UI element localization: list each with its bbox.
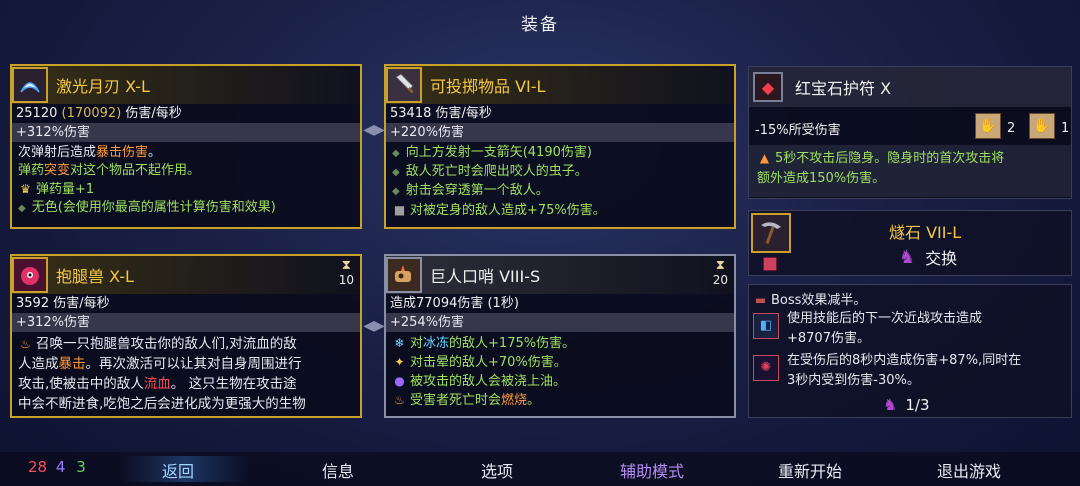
stat-survival: 3 bbox=[76, 458, 86, 476]
cooldown-timer: ⧗ 20 bbox=[712, 258, 728, 287]
mutations-panel[interactable]: ▬ Boss效果减半。 ◧ 使用技能后的下一次近战攻击造成 +8707伤害。 ✺ … bbox=[748, 284, 1072, 418]
mutation-item: ▬ Boss效果减半。 bbox=[754, 293, 867, 308]
damage-bonus: +254%伤害 bbox=[386, 313, 734, 332]
potion-icon: ◧ bbox=[753, 313, 779, 339]
bottom-nav: 28 4 3 返回 信息 选项 辅助模式 重新开始 退出游戏 bbox=[0, 452, 1080, 486]
amulet-header: ◆ 红宝石护符 X bbox=[749, 67, 1071, 107]
description: ♨ 召唤一只抱腿兽攻击你的敌人们,对流血的敌 人造成暴击。再次激活可以让其对自身周… bbox=[18, 336, 306, 412]
skill-card-whistle[interactable]: 巨人口哨 VIII-S ⧗ 20 造成77094伤害 (1秒) +254%伤害 … bbox=[384, 254, 736, 418]
card-header: 巨人口哨 VIII-S bbox=[386, 256, 734, 294]
card-header: 激光月刃 X-L bbox=[12, 66, 360, 104]
ruby-amulet-icon: ◆ bbox=[753, 72, 783, 102]
red-scroll-count: 2 bbox=[1007, 121, 1016, 136]
stat-counters: 28 4 3 bbox=[28, 458, 86, 476]
cleaver-icon bbox=[386, 67, 422, 103]
small-avatar-icon bbox=[763, 257, 777, 271]
dps-line: 25120 (170092) 伤害/每秒 bbox=[16, 106, 182, 121]
spiral-icon: ✺ bbox=[753, 355, 779, 381]
bullet-icon: ◆ bbox=[392, 186, 400, 197]
weapon-card-throwable[interactable]: 可投掷物品 VI-L 53418 伤害/每秒 +220%伤害 ◆ 向上方发射一支箭… bbox=[384, 64, 736, 229]
boomerang-icon bbox=[12, 67, 48, 103]
damage-line: 造成77094伤害 (1秒) bbox=[390, 296, 519, 311]
fire-icon: ♨ bbox=[394, 393, 405, 407]
oil-icon: ● bbox=[394, 374, 405, 388]
link-arrow-icon: ◀▶ bbox=[363, 318, 385, 334]
skill-card-legbeast[interactable]: 抱腿兽 X-L ⧗ 10 3592 伤害/每秒 +312%伤害 ♨ 召唤一只抱腿兽… bbox=[10, 254, 362, 418]
card-title: 抱腿兽 X-L bbox=[56, 267, 134, 286]
stun-icon: ✦ bbox=[394, 355, 405, 369]
amulet-stat: -15%所受伤害 bbox=[755, 123, 841, 138]
swap-button[interactable]: ♞ 交换 bbox=[899, 245, 957, 269]
stat-tactics: 4 bbox=[55, 458, 66, 476]
bullet-icon: ◆ bbox=[392, 148, 400, 159]
green-scroll-count: 1 bbox=[1061, 121, 1070, 136]
frost-icon: ❄ bbox=[394, 336, 405, 350]
flint-pickaxe-icon bbox=[751, 213, 791, 253]
nav-assist-mode[interactable]: 辅助模式 bbox=[620, 458, 684, 482]
boss-icon: ▬ bbox=[754, 293, 767, 307]
swap-glyph-icon: ♞ bbox=[899, 246, 916, 268]
green-scroll-icon: ✋ bbox=[1029, 113, 1055, 139]
nav-quit[interactable]: 退出游戏 bbox=[937, 458, 1001, 482]
flint-title: 燧石 VII-L bbox=[889, 223, 962, 242]
damage-bonus: +312%伤害 bbox=[12, 313, 360, 332]
amulet-effect: ▲ 5秒不攻击后隐身。隐身时的首次攻击将 额外造成150%伤害。 bbox=[749, 145, 1071, 197]
nav-back[interactable]: 返回 bbox=[162, 458, 194, 482]
dps-line: 53418 伤害/每秒 bbox=[390, 106, 492, 121]
mutation-pager[interactable]: ♞ 1/3 bbox=[883, 395, 929, 414]
card-header: 可投掷物品 VI-L bbox=[386, 66, 734, 104]
creature-icon bbox=[12, 257, 48, 293]
hourglass-icon: ⧗ bbox=[715, 258, 725, 273]
lock-icon: ■ bbox=[393, 203, 406, 217]
hourglass-icon: ⧗ bbox=[341, 258, 351, 273]
card-title: 激光月刃 X-L bbox=[56, 77, 150, 96]
flame-icon: ▲ bbox=[759, 151, 770, 165]
screen-title: 装备 bbox=[521, 15, 559, 35]
dps-line: 3592 伤害/每秒 bbox=[16, 296, 110, 311]
pager-glyph-icon: ♞ bbox=[883, 395, 898, 414]
red-scroll-icon: ✋ bbox=[975, 113, 1001, 139]
whistle-icon bbox=[386, 257, 422, 293]
nav-info[interactable]: 信息 bbox=[322, 458, 354, 482]
description: ◆ 向上方发射一支箭矢(4190伤害) ◆ 敌人死亡时会爬出咬人的虫子。 ◆ 射击会穿… bbox=[392, 145, 606, 218]
crown-icon: ♛ bbox=[20, 182, 31, 196]
description: ❄ 对冰冻的敌人+175%伤害。 ✦ 对击晕的敌人+70%伤害。 ● 被攻击的敌人会被… bbox=[386, 332, 734, 412]
flint-panel[interactable]: 燧石 VII-L ♞ 交换 bbox=[748, 210, 1072, 276]
cooldown-timer: ⧗ 10 bbox=[338, 258, 354, 287]
link-arrow-icon: ◀▶ bbox=[363, 122, 385, 138]
damage-bonus: +312%伤害 bbox=[12, 123, 360, 142]
card-title: 可投掷物品 VI-L bbox=[430, 77, 546, 96]
amulet-title: 红宝石护符 X bbox=[795, 79, 892, 98]
card-title: 巨人口哨 VIII-S bbox=[430, 267, 541, 286]
description: 次弹射后造成暴击伤害。 弹药突变对这个物品不起作用。 ♛ 弹药量+1 ◆ 无色(会使… bbox=[18, 145, 276, 215]
bullet-icon: ◆ bbox=[392, 167, 400, 178]
damage-bonus: +220%伤害 bbox=[386, 123, 734, 142]
bullet-icon: ◆ bbox=[18, 203, 26, 214]
mutation-item: ◧ 使用技能后的下一次近战攻击造成 +8707伤害。 bbox=[753, 309, 1071, 349]
nav-options[interactable]: 选项 bbox=[481, 458, 513, 482]
nav-restart[interactable]: 重新开始 bbox=[778, 458, 842, 482]
weapon-card-laser[interactable]: 激光月刃 X-L 25120 (170092) 伤害/每秒 +312%伤害 次弹… bbox=[10, 64, 362, 229]
summon-icon: ♨ bbox=[20, 337, 31, 351]
mutation-item: ✺ 在受伤后的8秒内造成伤害+87%,同时在 3秒内受到伤害-30%。 bbox=[753, 351, 1071, 391]
amulet-panel[interactable]: ◆ 红宝石护符 X -15%所受伤害 ✋ 2 ✋ 1 ▲ 5秒不攻击后隐身。隐身时… bbox=[748, 66, 1072, 199]
card-header: 抱腿兽 X-L bbox=[12, 256, 360, 294]
stat-brutality: 28 bbox=[28, 458, 48, 476]
